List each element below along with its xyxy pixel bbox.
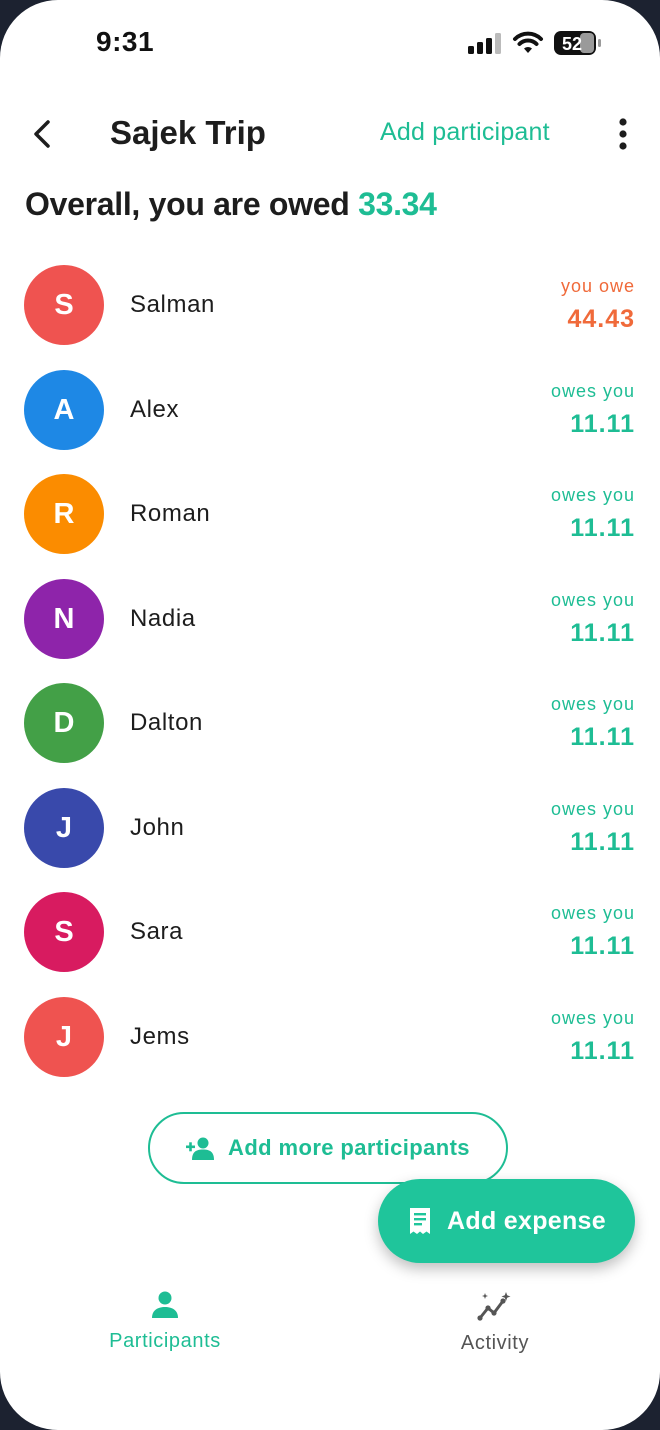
avatar: N — [24, 578, 104, 659]
participant-name: John — [130, 813, 185, 841]
battery-level: 52 — [562, 34, 582, 54]
balance-amount: 11.11 — [570, 409, 635, 438]
page-title: Sajek Trip — [110, 114, 266, 151]
participant-name: Nadia — [130, 604, 196, 632]
participant-row[interactable]: R Roman owes you 11.11 — [0, 462, 660, 567]
participant-row[interactable]: D Dalton owes you 11.11 — [0, 671, 660, 776]
participant-list: S Salman you owe 44.43 A Alex owes you 11.11 R Ro… — [0, 253, 660, 1089]
bottom-navigation: Participants Activity — [0, 1290, 660, 1390]
participant-row[interactable]: S Salman you owe 44.43 — [0, 253, 660, 358]
balance-status: owes you — [550, 798, 635, 819]
status-time: 9:31 — [96, 26, 155, 57]
activity-icon — [477, 1292, 511, 1321]
nav-tab-label: Participants — [109, 1330, 221, 1352]
participant-name: Dalton — [130, 709, 203, 736]
balance-summary-label: Overall, you are owed — [25, 186, 359, 222]
balance-status: owes you — [550, 485, 635, 505]
balance-summary: Overall, you are owed 33.34 — [25, 186, 437, 223]
participant-name: Roman — [130, 500, 211, 527]
receipt-icon — [410, 1208, 431, 1234]
balance-status: owes you — [550, 903, 635, 923]
balance-amount: 11.11 — [570, 618, 635, 647]
nav-tab-label: Activity — [460, 1332, 530, 1354]
participant-name: Salman — [130, 291, 215, 318]
balance-amount: 11.11 — [570, 932, 635, 960]
add-expense-label: Add expense — [447, 1206, 606, 1235]
avatar: J — [24, 996, 104, 1077]
battery-icon: 52 — [554, 31, 601, 55]
avatar: S — [24, 265, 104, 345]
balance-status: owes you — [550, 380, 635, 401]
participant-name: Sara — [130, 918, 184, 945]
avatar: J — [24, 787, 104, 868]
balance-amount: 11.11 — [570, 514, 635, 542]
participant-row[interactable]: J John owes you 11.11 — [0, 776, 660, 881]
nav-tab-participants[interactable]: Participants — [65, 1290, 265, 1353]
balance-status: owes you — [550, 589, 635, 610]
participant-row[interactable]: J Jems owes you 11.11 — [0, 985, 660, 1090]
add-expense-button[interactable]: Add expense — [378, 1179, 635, 1263]
balance-status: owes you — [550, 1007, 635, 1028]
back-arrow-icon[interactable] — [22, 112, 66, 156]
nav-tab-activity[interactable]: Activity — [395, 1290, 595, 1355]
participant-row[interactable]: N Nadia owes you 11.11 — [0, 567, 660, 672]
person-add-icon — [186, 1137, 215, 1160]
add-more-participants-label: Add more participants — [228, 1135, 470, 1160]
more-options-icon[interactable] — [606, 114, 640, 154]
participant-row[interactable]: A Alex owes you 11.11 — [0, 358, 660, 463]
participant-name: Alex — [130, 395, 180, 423]
avatar: R — [24, 474, 104, 554]
wifi-icon — [513, 31, 543, 53]
participant-name: Jems — [130, 1022, 190, 1050]
balance-status: you owe — [560, 276, 635, 296]
add-participant-button[interactable]: Add participant — [380, 118, 550, 147]
app-screen: 9:31 52 Sajek Trip Add participant Overa… — [0, 0, 660, 1430]
avatar: A — [24, 369, 104, 450]
balance-amount: 11.11 — [570, 827, 635, 856]
balance-status: owes you — [550, 694, 635, 714]
status-bar: 9:31 52 — [0, 0, 660, 90]
balance-amount: 11.11 — [570, 723, 635, 751]
person-icon — [152, 1291, 178, 1318]
top-app-bar: Sajek Trip Add participant — [0, 100, 660, 170]
cellular-signal-icon — [468, 33, 501, 54]
balance-amount: 11.11 — [570, 1036, 635, 1065]
balance-amount: 44.43 — [567, 305, 635, 333]
avatar: S — [24, 892, 104, 972]
participant-row[interactable]: S Sara owes you 11.11 — [0, 880, 660, 985]
balance-summary-amount: 33.34 — [358, 186, 437, 222]
add-more-participants-button[interactable]: Add more participants — [148, 1112, 508, 1184]
avatar: D — [24, 683, 104, 763]
